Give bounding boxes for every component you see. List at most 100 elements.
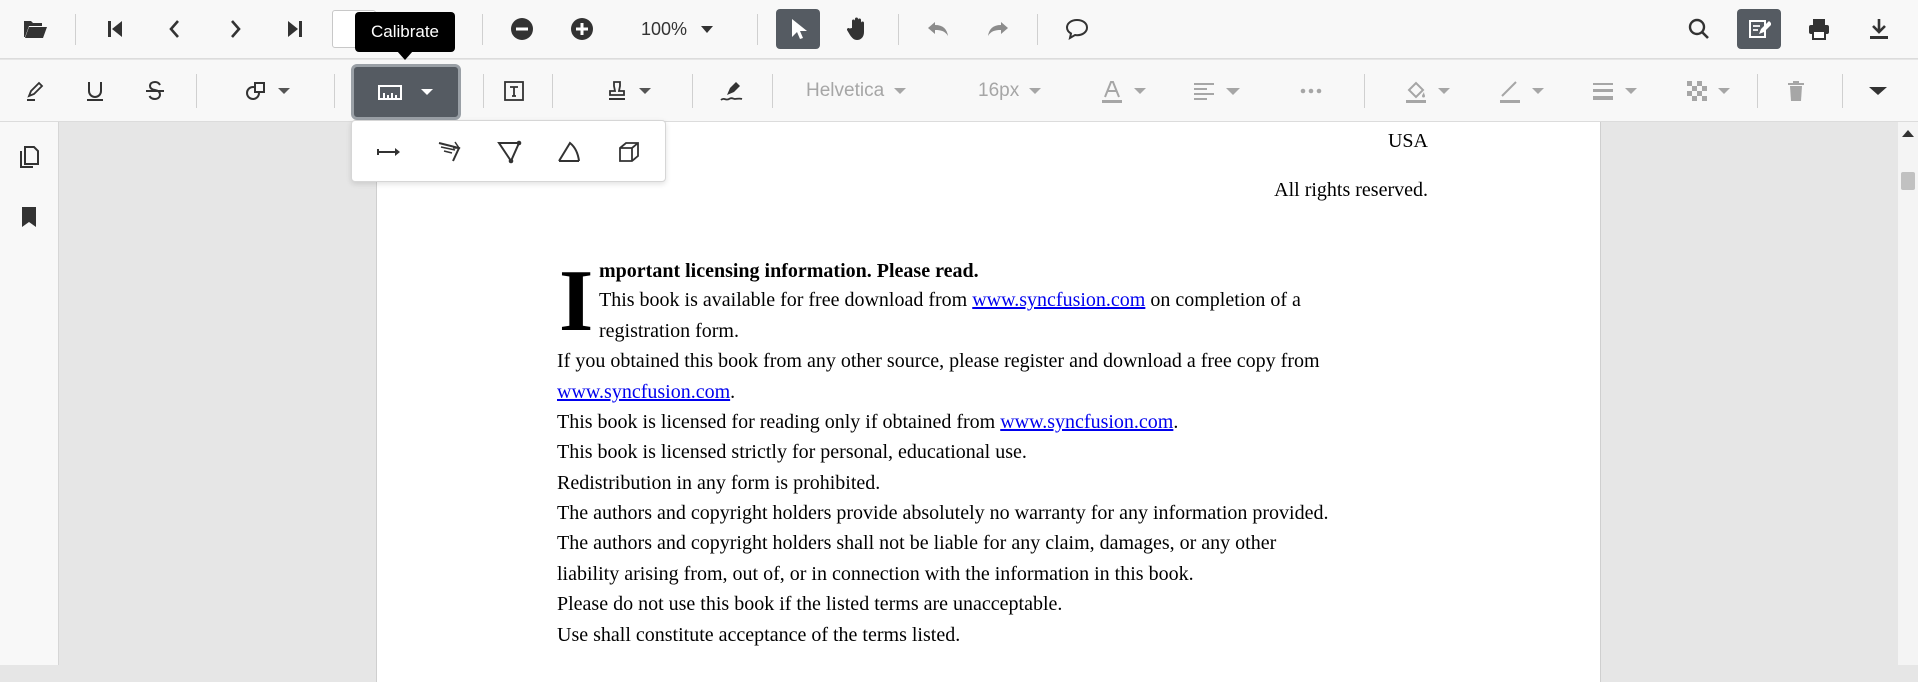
radius-tool-button[interactable] (549, 132, 589, 172)
first-page-button[interactable] (93, 9, 137, 49)
toolbar-separator (552, 74, 553, 108)
trash-icon (1786, 80, 1806, 102)
font-color-dropdown[interactable] (1093, 71, 1153, 111)
page-thumbnails-icon (18, 145, 40, 169)
signature-button[interactable] (712, 71, 752, 111)
chevron-down-icon (1625, 87, 1637, 95)
syncfusion-link[interactable]: www.syncfusion.com (1000, 411, 1173, 433)
scrollbar-thumb[interactable] (1901, 172, 1915, 190)
folder-open-icon (22, 18, 48, 40)
text-line: This book is available for free download… (599, 289, 1301, 311)
ruler-measure-icon (377, 83, 403, 101)
fill-color-dropdown[interactable] (1397, 71, 1457, 111)
toolbar-separator (1037, 14, 1038, 45)
syncfusion-link[interactable]: www.syncfusion.com (972, 289, 1145, 311)
text-line: If you obtained this book from any other… (557, 350, 1320, 372)
delete-annotation-button[interactable] (1776, 71, 1816, 111)
stroke-thickness-dropdown[interactable] (1584, 71, 1644, 111)
page-thumbnails-button[interactable] (10, 138, 48, 176)
download-button[interactable] (1857, 9, 1901, 49)
shapes-dropdown[interactable] (232, 71, 302, 111)
zoom-dropdown[interactable]: 100% (628, 9, 738, 49)
annotation-toolbar: Helvetica 16px (0, 60, 1918, 122)
opacity-dropdown[interactable] (1678, 71, 1738, 111)
font-size-value: 16px (978, 80, 1020, 101)
last-page-icon (285, 18, 305, 40)
chevron-down-icon (421, 88, 433, 96)
zoom-in-icon (570, 17, 594, 41)
radius-measure-icon (556, 140, 582, 164)
edit-annotation-button[interactable] (1737, 9, 1781, 49)
print-button[interactable] (1797, 9, 1841, 49)
fill-bucket-icon (1404, 79, 1428, 103)
toolbar-separator (898, 14, 899, 45)
add-comment-button[interactable] (1055, 9, 1099, 49)
shapes-icon (244, 79, 268, 103)
text-align-dropdown[interactable] (1186, 71, 1246, 111)
font-color-icon (1100, 79, 1124, 103)
chevron-down-icon (700, 24, 714, 34)
distance-measure-icon (375, 145, 403, 159)
signature-pen-icon (719, 79, 745, 103)
pan-hand-icon (846, 16, 870, 42)
toolbar-separator (757, 14, 758, 45)
more-text-options-button[interactable] (1291, 71, 1331, 111)
toolbar-separator (482, 14, 483, 45)
edit-annotation-icon (1747, 17, 1771, 41)
next-page-icon (225, 18, 245, 40)
strikethrough-button[interactable] (135, 71, 175, 111)
text-line: registration form. (599, 320, 739, 342)
last-page-button[interactable] (273, 9, 317, 49)
perimeter-tool-button[interactable] (429, 132, 469, 172)
chevron-up-icon (1902, 126, 1914, 142)
open-file-button[interactable] (13, 9, 57, 49)
download-icon (1867, 17, 1891, 41)
scroll-up-button[interactable] (1898, 126, 1918, 142)
next-page-button[interactable] (213, 9, 257, 49)
syncfusion-link[interactable]: www.syncfusion.com (557, 381, 730, 403)
vertical-scrollbar[interactable] (1898, 122, 1918, 665)
measurement-tools-popup (351, 120, 666, 182)
bookmark-icon (20, 206, 38, 228)
annotation-toolbar-overflow-button[interactable] (1858, 71, 1898, 111)
volume-tool-button[interactable] (609, 132, 649, 172)
undo-button[interactable] (916, 9, 960, 49)
chevron-down-icon (1226, 87, 1240, 96)
stroke-color-dropdown[interactable] (1491, 71, 1551, 111)
highlight-button[interactable] (15, 71, 55, 111)
zoom-value: 100% (640, 18, 688, 39)
chevron-down-icon (278, 87, 290, 95)
redo-button[interactable] (976, 9, 1020, 49)
calibrate-dropdown-button[interactable] (351, 64, 461, 120)
first-page-icon (105, 18, 125, 40)
chevron-down-icon (894, 87, 907, 95)
zoom-out-button[interactable] (500, 9, 544, 49)
opacity-checker-icon (1686, 80, 1708, 102)
underline-button[interactable] (75, 71, 115, 111)
bookmarks-button[interactable] (10, 198, 48, 236)
chevron-down-icon (1029, 87, 1042, 95)
text-select-tool-button[interactable] (776, 9, 820, 49)
navigation-pane (0, 122, 59, 665)
previous-page-icon (165, 18, 185, 40)
comment-icon (1064, 17, 1090, 41)
font-size-dropdown[interactable]: 16px (966, 71, 1066, 111)
previous-page-button[interactable] (153, 9, 197, 49)
main-toolbar: 100% (0, 0, 1918, 59)
stamp-dropdown[interactable] (590, 71, 665, 111)
calibrate-tooltip: Calibrate (355, 12, 455, 52)
free-text-button[interactable] (494, 71, 534, 111)
rights-text: All rights reserved. (1274, 179, 1428, 201)
toolbar-separator (483, 74, 484, 108)
free-text-icon (502, 79, 526, 103)
text-line: liability arising from, out of, or in co… (557, 563, 1194, 585)
pan-tool-button[interactable] (836, 9, 880, 49)
font-family-value: Helvetica (806, 80, 885, 101)
zoom-in-button[interactable] (560, 9, 604, 49)
highlight-pen-icon (24, 80, 46, 102)
font-family-dropdown[interactable]: Helvetica (790, 71, 930, 111)
search-button[interactable] (1677, 9, 1721, 49)
chevron-down-icon (1869, 86, 1887, 96)
distance-tool-button[interactable] (369, 132, 409, 172)
area-tool-button[interactable] (489, 132, 529, 172)
